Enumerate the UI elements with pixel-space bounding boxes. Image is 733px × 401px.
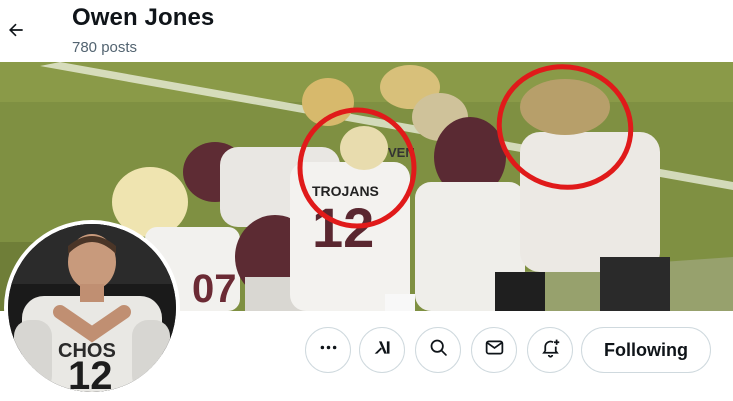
back-arrow-icon[interactable] xyxy=(2,12,30,48)
message-button[interactable] xyxy=(471,327,517,373)
grok-button[interactable] xyxy=(359,327,405,373)
more-button[interactable] xyxy=(305,327,351,373)
profile-header: Owen Jones 780 posts xyxy=(0,0,733,62)
grok-icon xyxy=(372,337,393,363)
search-button[interactable] xyxy=(415,327,461,373)
message-icon xyxy=(484,337,505,363)
following-button[interactable]: Following xyxy=(581,327,711,373)
notify-button[interactable] xyxy=(527,327,573,373)
post-count: 780 posts xyxy=(72,39,138,56)
profile-display-name: Owen Jones xyxy=(72,4,215,31)
svg-text:07: 07 xyxy=(192,267,237,311)
notify-bell-icon xyxy=(540,337,561,363)
profile-action-bar: Following xyxy=(0,327,733,373)
search-icon xyxy=(428,337,449,363)
more-icon xyxy=(318,337,339,363)
